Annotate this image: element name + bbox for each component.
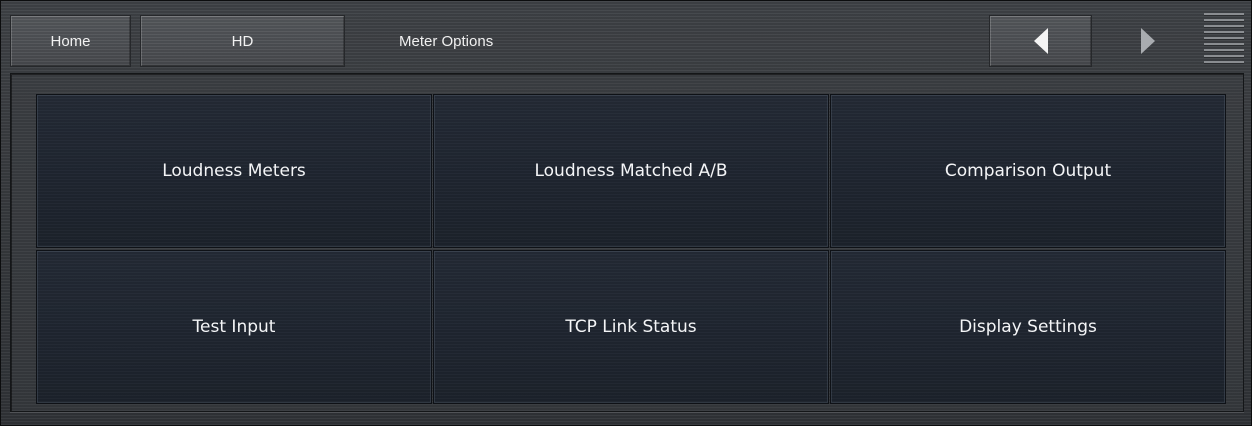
triangle-right-icon — [1141, 28, 1155, 54]
loudness-meters-button[interactable]: Loudness Meters — [36, 94, 432, 248]
comparison-output-button[interactable]: Comparison Output — [830, 94, 1226, 248]
home-button[interactable]: Home — [10, 15, 131, 67]
main-panel: Loudness Meters Loudness Matched A/B Com… — [10, 73, 1244, 412]
tile-label: Display Settings — [959, 317, 1097, 337]
hamburger-menu-icon[interactable] — [1204, 13, 1244, 69]
hd-button[interactable]: HD — [140, 15, 345, 67]
app-window: Home HD Meter Options Loudness Meters Lo… — [0, 0, 1252, 426]
tile-label: Comparison Output — [944, 161, 1112, 181]
meter-options-grid: Loudness Meters Loudness Matched A/B Com… — [36, 94, 1226, 404]
display-settings-button[interactable]: Display Settings — [830, 250, 1226, 404]
tile-label: Test Input — [192, 317, 276, 337]
back-button[interactable] — [989, 15, 1092, 67]
test-input-button[interactable]: Test Input — [36, 250, 432, 404]
tile-label: Loudness Matched A/B — [534, 161, 728, 181]
loudness-matched-ab-button[interactable]: Loudness Matched A/B — [433, 94, 829, 248]
tile-label: TCP Link Status — [565, 317, 697, 337]
tcp-link-status-button[interactable]: TCP Link Status — [433, 250, 829, 404]
triangle-left-icon — [1033, 28, 1048, 54]
tile-label: Loudness Meters — [162, 161, 306, 181]
home-button-label: Home — [50, 32, 91, 50]
forward-button[interactable] — [1113, 15, 1183, 67]
page-title: Meter Options — [399, 32, 494, 50]
hd-button-label: HD — [231, 32, 254, 50]
